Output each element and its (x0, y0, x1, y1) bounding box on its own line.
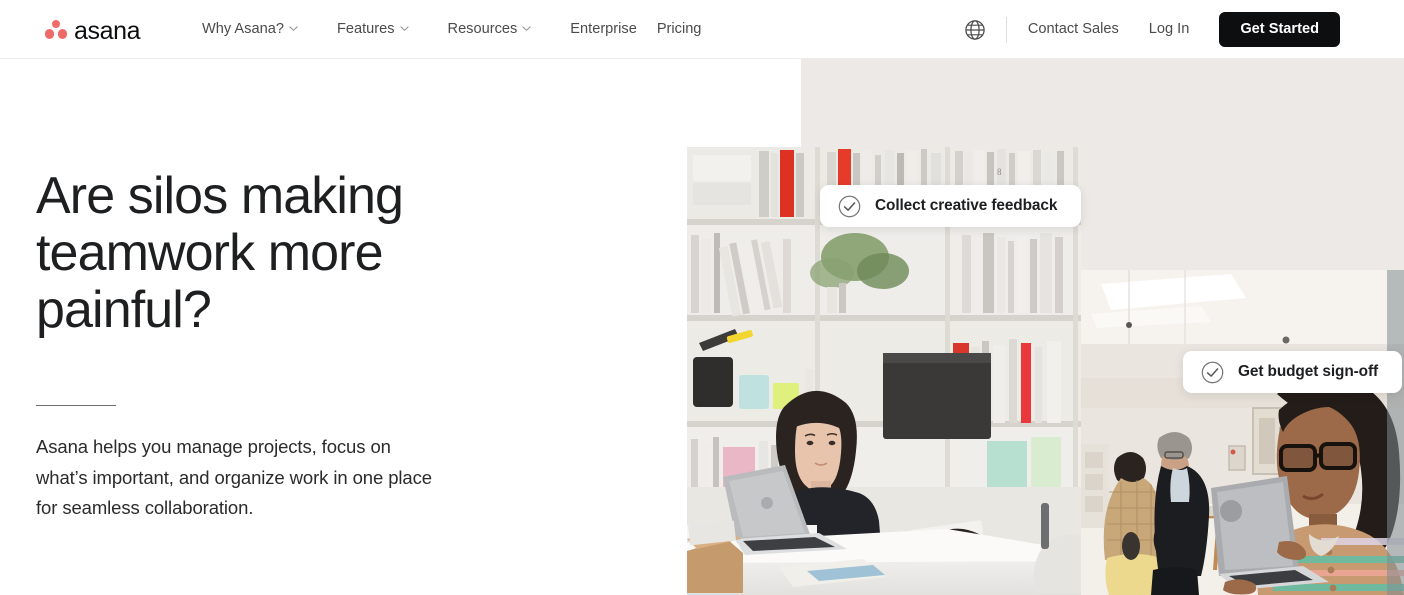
circle-check-icon (1201, 361, 1224, 384)
hero-divider-rule (36, 405, 116, 406)
badge-label: Get budget sign-off (1238, 363, 1379, 381)
contact-sales-link[interactable]: Contact Sales (1028, 22, 1119, 37)
nav-item-pricing[interactable]: Pricing (657, 22, 702, 37)
nav-item-features[interactable]: Features (337, 22, 428, 37)
chevron-down-icon (522, 24, 531, 33)
hero-photo-secondary (1081, 270, 1404, 595)
nav-label: Enterprise (570, 21, 637, 38)
log-in-link[interactable]: Log In (1149, 22, 1190, 37)
header-divider (1005, 16, 1007, 43)
nav-label: Features (336, 21, 395, 38)
get-started-button[interactable]: Get Started (1219, 12, 1340, 47)
asana-three-dots-logo-icon (45, 20, 67, 40)
asana-logo[interactable]: asana (45, 16, 141, 45)
header-utility-nav: Contact Sales Log In Get Started (964, 0, 1404, 59)
nav-label: Resources (447, 21, 518, 38)
page-title: Are silos making teamwork more painful? (36, 167, 404, 339)
nav-item-why-asana[interactable]: Why Asana? (202, 22, 317, 37)
svg-text:8: 8 (997, 167, 1002, 177)
hero-copy: Are silos making teamwork more painful? … (36, 168, 506, 524)
site-header: asana Why Asana? Features Resources Ente… (0, 0, 1404, 59)
nav-label: Pricing (656, 21, 702, 38)
nav-item-resources[interactable]: Resources (448, 22, 551, 37)
badge-collect-creative-feedback[interactable]: Collect creative feedback (820, 185, 1082, 227)
badge-get-budget-sign-off[interactable]: Get budget sign-off (1183, 351, 1403, 393)
logo-wordmark: asana (74, 16, 141, 45)
primary-navigation: Why Asana? Features Resources Enterprise (202, 0, 701, 59)
nav-label: Why Asana? (202, 21, 284, 38)
chevron-down-icon (399, 24, 409, 33)
hero-description: Asana helps you manage projects, focus o… (36, 436, 432, 518)
asana-landing-page: asana Why Asana? Features Resources Ente… (0, 0, 1404, 595)
circle-check-icon (838, 195, 861, 218)
nav-item-enterprise[interactable]: Enterprise (570, 22, 637, 37)
chevron-down-icon (289, 24, 298, 33)
globe-icon[interactable] (964, 19, 986, 41)
badge-label: Collect creative feedback (875, 197, 1058, 215)
